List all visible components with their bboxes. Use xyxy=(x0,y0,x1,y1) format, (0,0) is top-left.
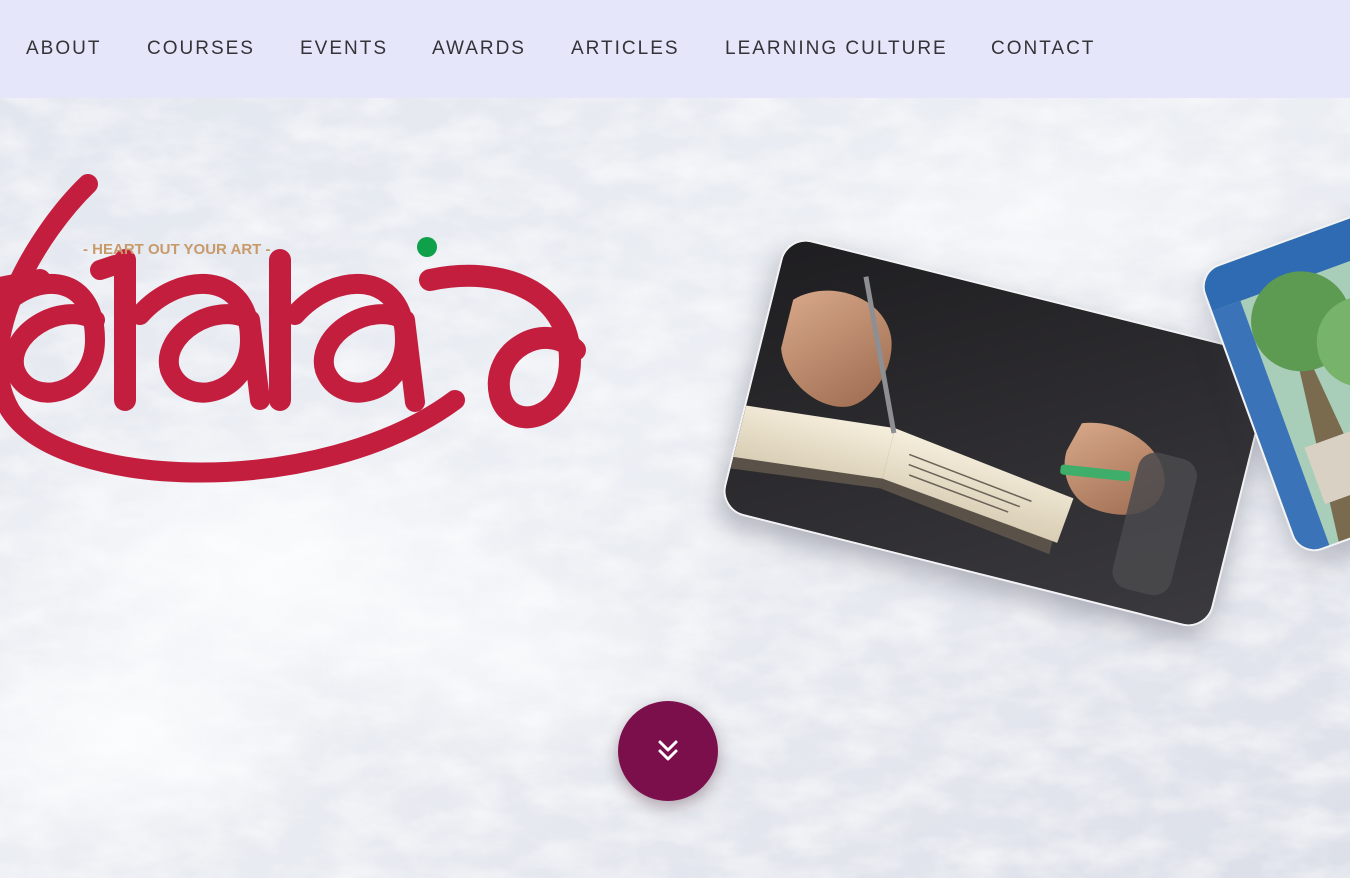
double-chevron-down-icon xyxy=(658,740,678,761)
logo-dot xyxy=(417,237,437,257)
nav-item-articles[interactable]: ARTICLES xyxy=(571,38,680,60)
top-navigation: ABOUT COURSES EVENTS AWARDS ARTICLES LEA… xyxy=(0,0,1350,98)
nav-item-awards[interactable]: AWARDS xyxy=(432,38,526,60)
nav-item-events[interactable]: EVENTS xyxy=(300,38,388,60)
nav-item-contact[interactable]: CONTACT xyxy=(991,38,1095,60)
scroll-down-button[interactable] xyxy=(618,701,718,801)
nav-item-learning-culture[interactable]: LEARNING CULTURE xyxy=(725,38,948,60)
kalalaya-logo xyxy=(0,174,586,483)
logo-tagline: - HEART OUT YOUR ART - xyxy=(83,241,271,258)
page: ABOUT COURSES EVENTS AWARDS ARTICLES LEA… xyxy=(0,0,1350,878)
nav-item-about[interactable]: ABOUT xyxy=(26,38,101,60)
nav-item-courses[interactable]: COURSES xyxy=(147,38,255,60)
hero-section: - HEART OUT YOUR ART - xyxy=(0,98,1350,878)
